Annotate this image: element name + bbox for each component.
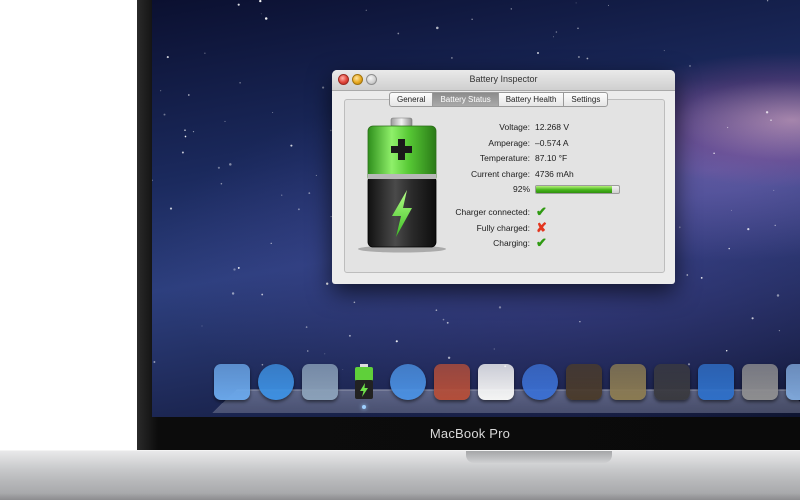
laptop-notch (466, 451, 612, 463)
itunes-icon[interactable] (522, 364, 558, 400)
battery-inspector-icon[interactable] (346, 364, 382, 409)
running-indicator (362, 405, 366, 409)
charge-progress-fill (536, 186, 613, 193)
tab-battery-status[interactable]: Battery Status (433, 93, 499, 106)
amperage-value: –0.574 A (535, 137, 569, 148)
tab-settings[interactable]: Settings (564, 93, 607, 106)
desktop-scene: Battery Inspector General Battery Status… (0, 0, 800, 500)
window-titlebar[interactable]: Battery Inspector (332, 70, 675, 91)
temperature-label: Temperature: (479, 153, 530, 163)
voltage-value: 12.268 V (535, 122, 570, 132)
calendar-icon[interactable] (478, 364, 514, 400)
dvd-player-icon[interactable] (566, 364, 602, 400)
tab-bar: General Battery Status Battery Health Se… (389, 92, 609, 107)
charging-check-icon: ✔ (536, 235, 547, 250)
fully-charged-label: Fully charged: (476, 222, 530, 233)
system-preferences-icon[interactable] (742, 364, 778, 400)
xcode-icon[interactable] (698, 364, 734, 400)
battery-inspector-window: Battery Inspector General Battery Status… (332, 70, 675, 284)
finder-icon[interactable] (214, 364, 250, 400)
amperage-label: Amperage: (488, 137, 530, 148)
imovie-icon[interactable] (654, 364, 690, 400)
battery-image (358, 117, 446, 253)
current-charge-label: Current charge: (470, 168, 530, 179)
current-charge-value: 4736 mAh (535, 168, 574, 179)
charger-connected-check-icon: ✔ (536, 204, 547, 219)
app-store-icon[interactable] (258, 364, 294, 400)
safari-icon[interactable] (390, 364, 426, 400)
fully-charged-cross-icon: ✘ (536, 219, 547, 235)
tab-general[interactable]: General (390, 93, 434, 106)
dock (214, 364, 800, 409)
laptop-base (0, 450, 800, 500)
photo-booth-icon[interactable] (434, 364, 470, 400)
charge-progress-bar (535, 185, 620, 194)
applications-folder-icon[interactable] (786, 364, 800, 400)
iphoto-icon[interactable] (610, 364, 646, 400)
charger-connected-label: Charger connected: (455, 207, 530, 217)
laptop-brand-label: MacBook Pro (429, 426, 511, 441)
charging-label: Charging: (493, 238, 530, 248)
tab-battery-health[interactable]: Battery Health (499, 93, 565, 106)
window-title: Battery Inspector (469, 74, 538, 84)
charge-percent-text: 92% (512, 184, 530, 194)
temperature-value: 87.10 °F (535, 153, 568, 163)
battery-info: Voltage: 12.268 V Amperage: –0.574 A Tempe… (442, 120, 662, 252)
mail-icon[interactable] (302, 364, 338, 400)
voltage-label: Voltage: (499, 122, 530, 132)
